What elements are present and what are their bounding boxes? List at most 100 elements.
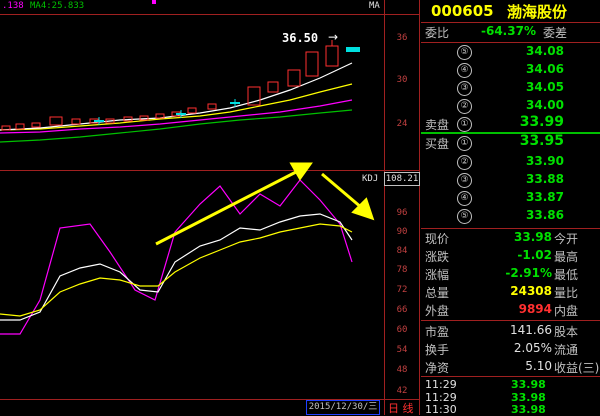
quote-label: 涨跌 <box>425 250 450 264</box>
quote-separator <box>421 320 600 321</box>
kdj-d-line <box>0 223 353 317</box>
tick-row: 11:29 33.98 <box>421 378 600 391</box>
quote-value: -2.91% <box>505 266 552 280</box>
level-icon: ② <box>457 99 472 114</box>
sell-order-row[interactable]: ③ 34.05 <box>421 79 600 98</box>
level-icon: ⑤ <box>457 209 472 224</box>
high-price-arrow-icon: → <box>328 30 339 44</box>
kline-chart[interactable]: .138 MA4:25.833 MA 36 30 24 KDJ 108.21 9… <box>0 0 420 415</box>
weibi-value: -64.37% <box>481 24 536 38</box>
tick-row: 11:30 33.98 <box>421 403 600 416</box>
weibi-label: 委比 <box>425 26 450 40</box>
kdj-axis-tick: 78 <box>396 265 408 275</box>
doji-wicks <box>98 99 236 125</box>
level-icon: ④ <box>457 63 472 78</box>
fundamental-row: 市盈 141.66 股本 <box>421 322 600 341</box>
kdj-axis-tick: 72 <box>396 285 408 295</box>
date-cursor-label: 2015/12/30/三 <box>306 400 380 415</box>
quote-value: 33.98 <box>514 230 552 244</box>
price-axis-tick: 24 <box>396 119 408 129</box>
kdj-axis-tick: 42 <box>396 386 408 396</box>
buy-price: 33.90 <box>526 154 564 168</box>
buy-order-row[interactable]: 买盘 ① 33.95 <box>421 133 600 153</box>
quote-label: 涨幅 <box>425 268 450 282</box>
buy-label: 买盘 <box>425 137 450 151</box>
fundamental-label: 换手 <box>425 343 450 357</box>
buy-price: 33.95 <box>519 133 564 149</box>
tick-time: 11:30 <box>425 403 457 416</box>
doji-marks <box>94 47 360 122</box>
quote-label: 总量 <box>425 286 450 300</box>
fundamental-label2: 收益(三) <box>554 361 600 375</box>
level-icon: ① <box>457 136 472 151</box>
kdj-j-line <box>0 179 353 335</box>
quote-panel: 000605 渤海股份 委比 -64.37% 委差 ⑤ 34.08 ④ 34.0… <box>421 0 600 416</box>
level-icon: ⑤ <box>457 45 472 60</box>
fundamental-value: 5.10 <box>525 359 552 373</box>
quote-label2: 今开 <box>554 232 579 246</box>
fundamental-value: 141.66 <box>510 323 552 337</box>
kdj-axis-tick: 54 <box>396 345 408 355</box>
quote-label2: 内盘 <box>554 304 579 318</box>
quote-label2: 最高 <box>554 250 579 264</box>
buy-price: 33.88 <box>526 172 564 186</box>
buy-price: 33.86 <box>526 208 564 222</box>
sell-order-row[interactable]: ④ 34.06 <box>421 61 600 80</box>
sell-price: 34.00 <box>526 98 564 112</box>
quote-row: 涨幅 -2.91% 最低 <box>421 265 600 284</box>
weibi-row: 委比 -64.37% 委差 <box>421 23 600 42</box>
level-icon: ④ <box>457 191 472 206</box>
ma-line-white <box>0 62 353 131</box>
fundamental-label2: 流通 <box>554 343 579 357</box>
kdj-axis-tick: 60 <box>396 325 408 335</box>
kdj-value-box: 108.21 <box>384 172 420 186</box>
chart-svg <box>0 40 375 335</box>
sell-price: 34.06 <box>526 62 564 76</box>
quote-label2: 量比 <box>554 286 579 300</box>
fundamental-value: 2.05% <box>513 341 552 355</box>
sell-order-row[interactable]: ② 34.00 <box>421 97 600 116</box>
buy-order-row[interactable]: ② 33.90 <box>421 153 600 172</box>
stock-code: 000605 <box>431 2 494 20</box>
kdj-k-line <box>0 213 353 321</box>
period-tab[interactable]: 日 线 <box>388 400 414 416</box>
fundamentals-separator <box>421 376 600 377</box>
quote-value: 24308 <box>510 284 552 298</box>
kdj-axis-tick: 84 <box>396 246 408 256</box>
buy-order-row[interactable]: ④ 33.87 <box>421 189 600 208</box>
weici-label: 委差 <box>543 26 568 40</box>
sell-order-row[interactable]: ⑤ 34.08 <box>421 43 600 62</box>
buy-order-row[interactable]: ⑤ 33.86 <box>421 207 600 226</box>
sell-price: 34.05 <box>526 80 564 94</box>
tick-price: 33.98 <box>511 378 546 391</box>
fundamental-row: 换手 2.05% 流通 <box>421 340 600 359</box>
quote-value: 9894 <box>518 302 552 316</box>
sell-price: 33.99 <box>519 114 564 130</box>
buy-price: 33.87 <box>526 190 564 204</box>
sell-label: 卖盘 <box>425 118 450 132</box>
fundamental-row: 净资 5.10 收益(三) <box>421 358 600 377</box>
quote-row: 现价 33.98 今开 <box>421 229 600 248</box>
tick-price: 33.98 <box>511 403 546 416</box>
stock-name: 渤海股份 <box>507 3 568 21</box>
quote-row: 外盘 9894 内盘 <box>421 301 600 320</box>
quote-value: -1.02 <box>517 248 552 262</box>
price-axis-tick: 36 <box>396 33 408 43</box>
quote-label2: 最低 <box>554 268 579 282</box>
level-icon: ② <box>457 155 472 170</box>
level-icon: ① <box>457 117 472 132</box>
fundamental-label2: 股本 <box>554 325 579 339</box>
kdj-axis-tick: 96 <box>396 208 408 218</box>
buy-order-row[interactable]: ③ 33.88 <box>421 171 600 190</box>
quote-row: 涨跌 -1.02 最高 <box>421 247 600 266</box>
price-axis-tick: 30 <box>396 75 408 85</box>
high-price-tag: 36.50 <box>282 31 319 45</box>
level-icon: ③ <box>457 173 472 188</box>
quote-label: 现价 <box>425 232 450 246</box>
fundamental-label: 净资 <box>425 361 450 375</box>
fundamental-label: 市盈 <box>425 325 450 339</box>
kdj-axis-tick: 66 <box>396 305 408 315</box>
level-icon: ③ <box>457 81 472 96</box>
kdj-axis-tick: 48 <box>396 365 408 375</box>
quote-label: 外盘 <box>425 304 450 318</box>
